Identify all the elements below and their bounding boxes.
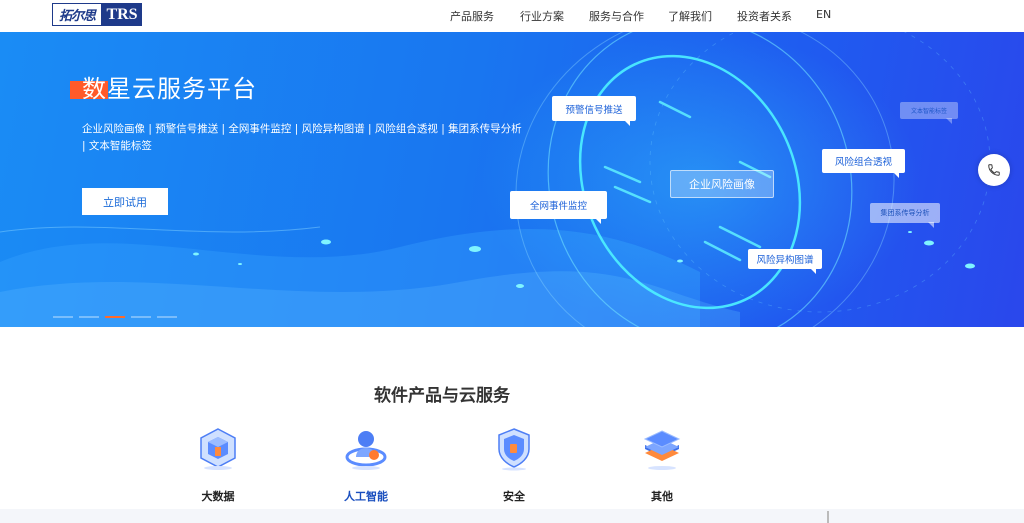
carousel-dot[interactable]: [131, 316, 151, 318]
carousel-dot[interactable]: [53, 316, 73, 318]
hero-banner: 数星云服务平台 企业风险画像 | 预警信号推送 | 全网事件监控 | 风险异构图…: [0, 32, 1024, 327]
product-big-data[interactable]: 大数据: [188, 422, 248, 507]
layers-icon: [643, 430, 681, 470]
product-label: 人工智能: [344, 490, 388, 503]
ai-figure-icon: [345, 431, 387, 470]
products-section-title: 软件产品与云服务: [374, 386, 510, 406]
product-other[interactable]: 其他: [632, 422, 692, 507]
try-now-button[interactable]: 立即试用: [82, 188, 168, 215]
tag-group-analysis: 集团系传导分析: [870, 203, 940, 228]
tag-text-labels: 文本智能标签: [900, 102, 958, 124]
nav-about[interactable]: 了解我们: [668, 8, 712, 24]
cube-data-icon: [200, 428, 236, 470]
nav-language-en[interactable]: EN: [816, 8, 831, 21]
next-section-strip: [0, 509, 1024, 523]
nav-investors[interactable]: 投资者关系: [737, 8, 792, 24]
tag-enterprise-risk-profile: 企业风险画像: [670, 170, 774, 198]
product-ai[interactable]: 人工智能: [336, 422, 396, 507]
carousel-dot[interactable]: [157, 316, 177, 318]
tag-risk-combination: 风险组合透视: [822, 149, 905, 178]
hero-title: 数星云服务平台: [82, 75, 257, 103]
hero-description: 企业风险画像 | 预警信号推送 | 全网事件监控 | 风险异构图谱 | 风险组合…: [82, 123, 522, 152]
nav-products[interactable]: 产品服务: [450, 8, 494, 24]
logo-chinese: 拓尔思: [52, 3, 102, 26]
nav-services[interactable]: 服务与合作: [589, 8, 644, 24]
shield-icon: [498, 428, 530, 471]
tag-event-monitor: 全网事件监控: [510, 191, 607, 224]
tag-risk-graph: 风险异构图谱: [748, 249, 822, 274]
product-label: 安全: [503, 490, 525, 503]
contact-phone-button[interactable]: [978, 154, 1010, 186]
carousel-indicators: [53, 316, 177, 318]
scroll-divider: [827, 511, 829, 523]
product-security[interactable]: 安全: [484, 422, 544, 507]
product-label: 大数据: [201, 490, 235, 503]
product-label: 其他: [651, 490, 673, 503]
nav-solutions[interactable]: 行业方案: [520, 8, 564, 24]
carousel-dot[interactable]: [79, 316, 99, 318]
phone-icon: [988, 164, 1000, 176]
tag-warning-signal: 预警信号推送: [552, 96, 636, 126]
carousel-dot-active[interactable]: [105, 316, 125, 318]
site-logo[interactable]: 拓尔思 TRS: [52, 3, 142, 26]
logo-trs: TRS: [102, 3, 142, 26]
site-header: 拓尔思 TRS 产品服务 行业方案 服务与合作 了解我们 投资者关系 EN: [0, 0, 1024, 32]
